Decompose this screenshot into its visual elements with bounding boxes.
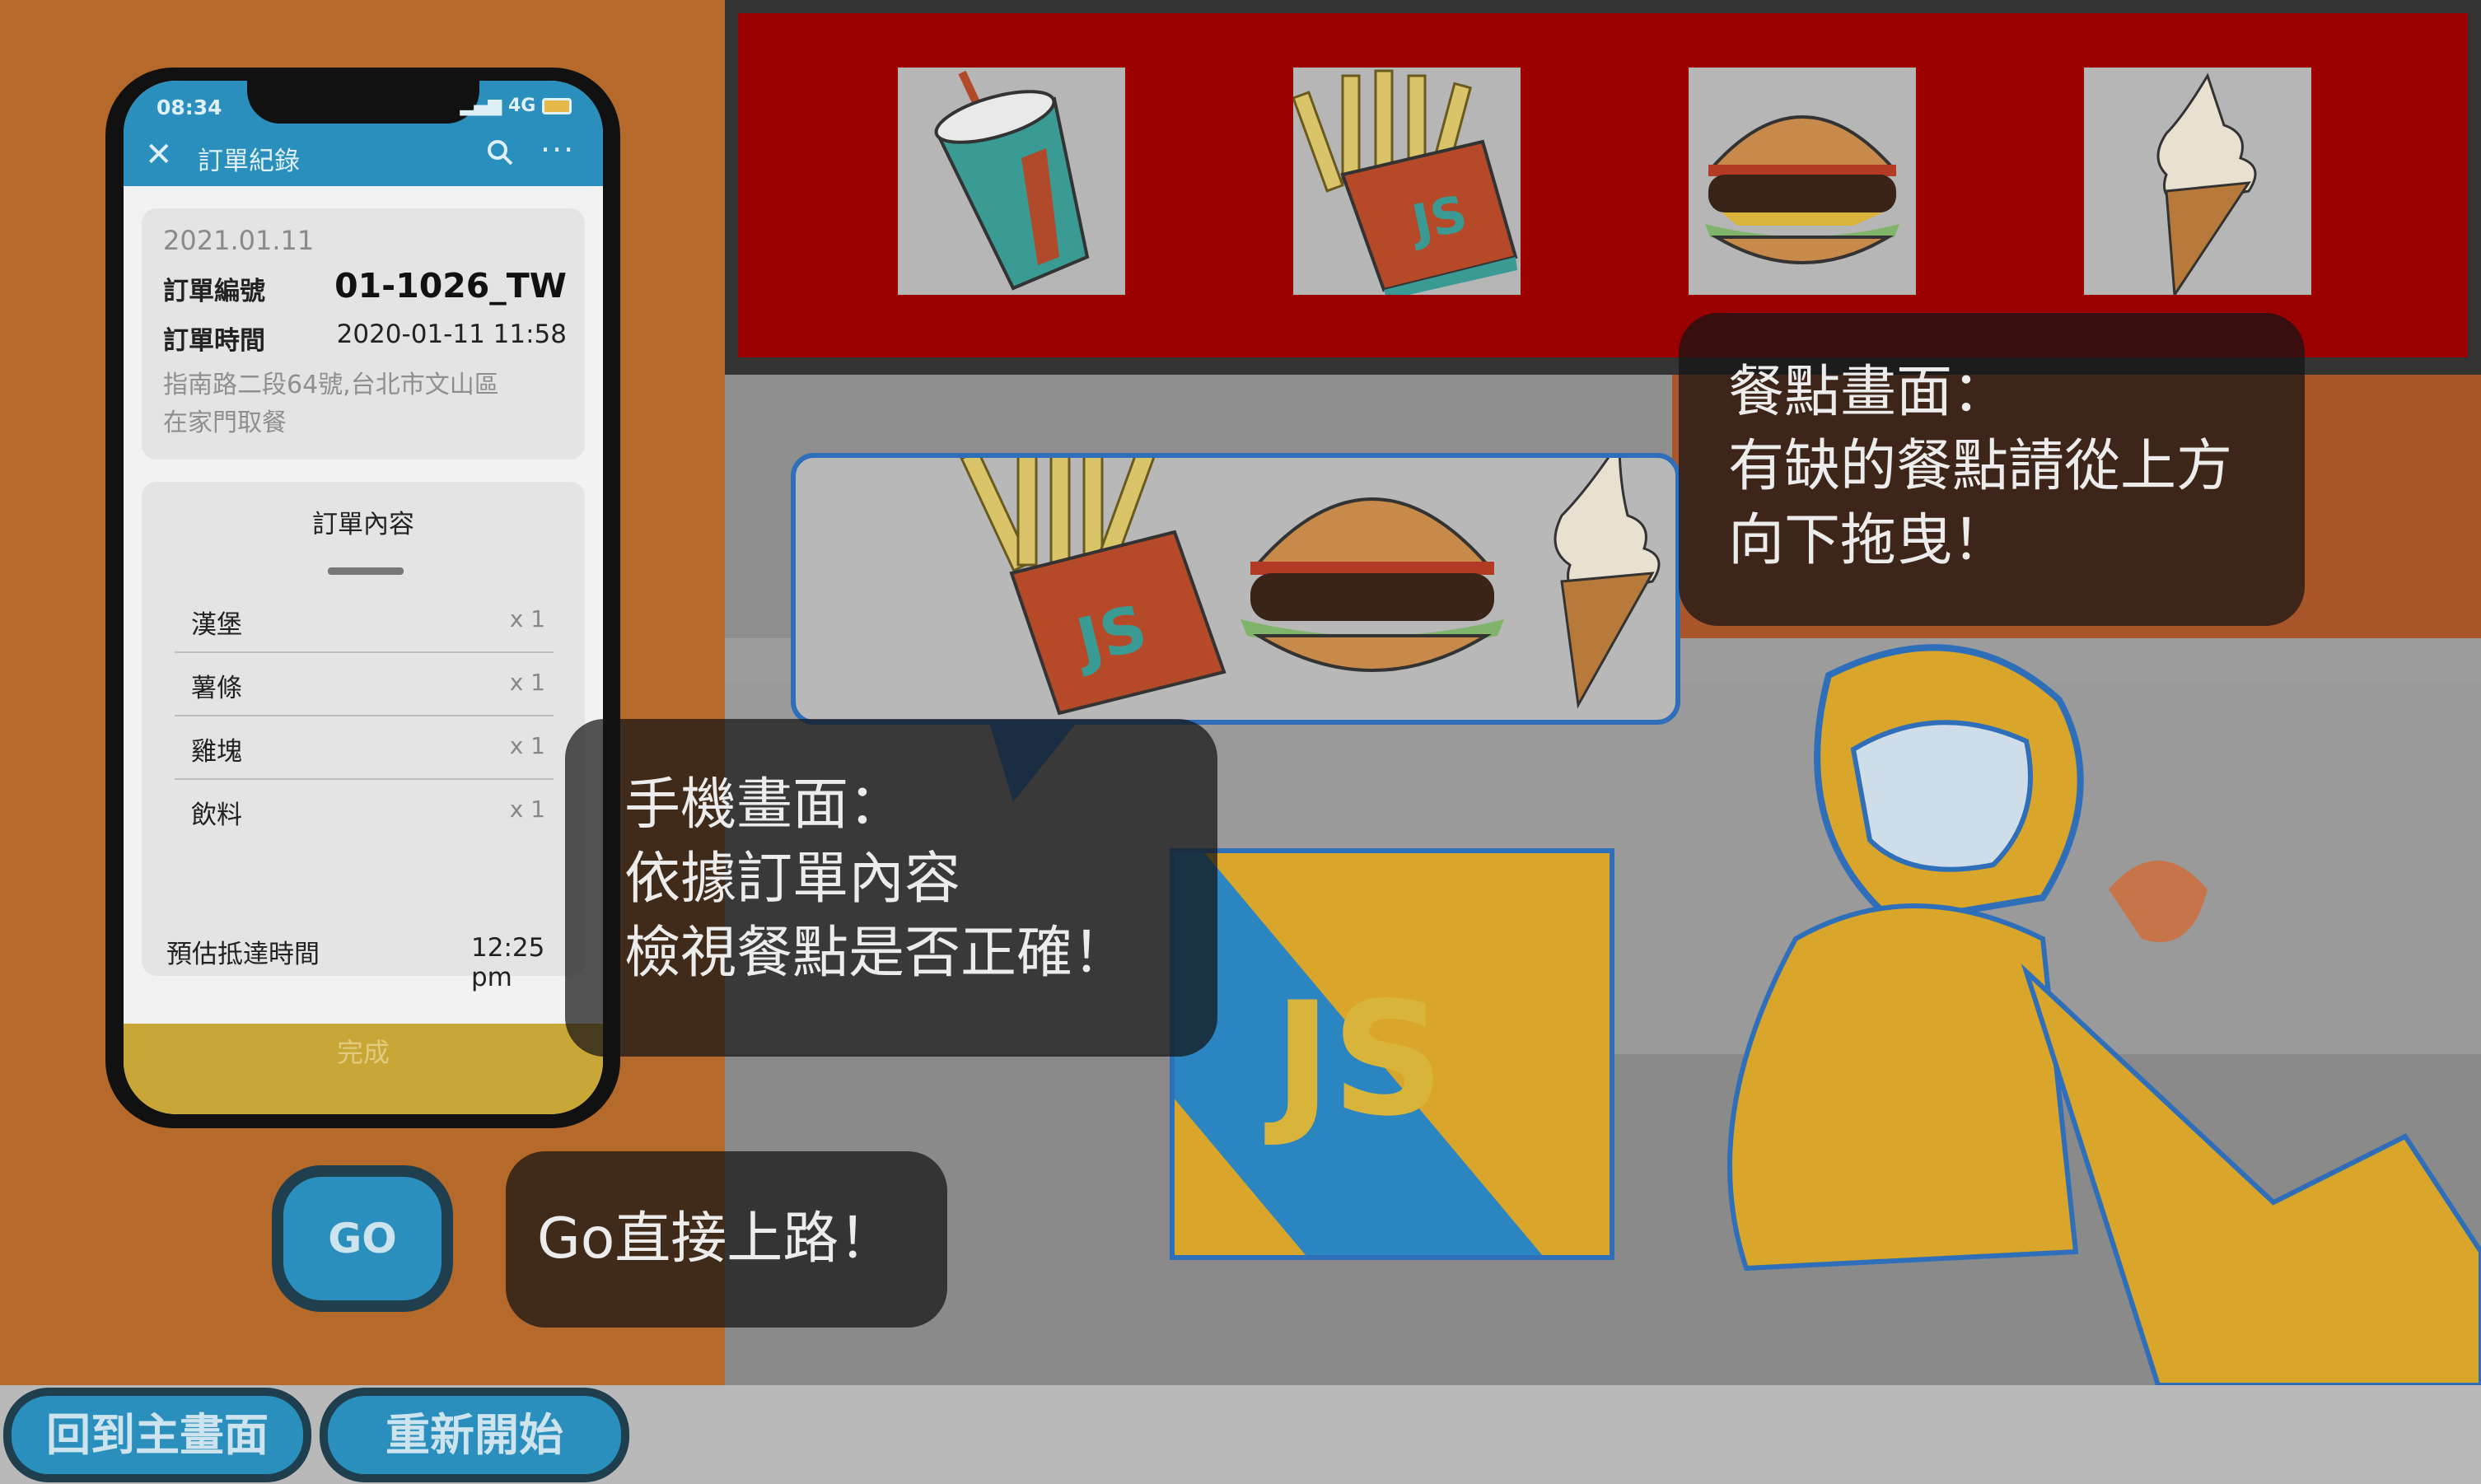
go-button[interactable]: GO [272,1165,453,1312]
order-time-label: 訂單時間 [163,326,265,356]
bubble-line: 餐點畫面： [1728,360,2009,425]
restart-button[interactable]: 重新開始 [320,1388,629,1482]
bubble-line: 手機畫面： [624,772,905,838]
bubble-line: 向下拖曳！ [1728,508,2009,573]
order-number-value: 01-1026_TW [334,266,567,306]
status-time: 08:34 [157,96,222,119]
drink-cup-icon [934,70,1090,291]
delivery-box: JS [1170,848,1614,1260]
delivery-box-text: JS [1273,968,1445,1150]
go-instruction-bubble: Go直接上路！ [506,1151,947,1328]
item-qty: x 1 [509,796,545,823]
food-instruction-bubble: 餐點畫面： 有缺的餐點請從上方 向下拖曳！ [1679,313,2305,626]
list-item: 飲料 x 1 [175,779,554,842]
fries-icon: JS [1292,69,1518,300]
order-time-value: 2020-01-11 11:58 [336,320,567,349]
bubble-line: 有缺的餐點請從上方 [1728,434,2233,499]
address-line: 指南路二段64號,台北市文山區 [163,371,499,399]
eta-label: 預估抵達時間 [166,940,320,969]
order-content-title: 訂單內容 [312,510,414,539]
tray-item-ice-cream[interactable] [2084,68,2311,299]
item-qty: x 1 [509,732,545,759]
pickup-note: 在家門取餐 [163,408,287,437]
phone-screen: 08:34 ▂▄▆ 4G ✕ 訂單紀錄 ··· 2021.01.11 訂單編號 … [124,81,603,1114]
tray-item-burger[interactable] [1689,68,1916,295]
more-icon[interactable]: ··· [540,132,575,168]
burger-icon [1240,497,1504,672]
delivery-rider-illustration [1727,644,2481,1385]
phone-header: 08:34 ▂▄▆ 4G ✕ 訂單紀錄 ··· [124,81,603,186]
order-food-illustration: JS [960,432,1661,716]
delivery-scene: JS JS JS [725,0,2481,1385]
fries-icon: JS [960,432,1226,716]
item-name: 薯條 [191,674,242,703]
battery-icon [542,98,572,114]
search-icon[interactable] [486,138,514,166]
food-tray: JS [738,13,2468,357]
item-name: 漢堡 [191,610,242,640]
order-info-card: 2021.01.11 訂單編號 01-1026_TW 訂單時間 2020-01-… [142,208,585,460]
bubble-line: 檢視餐點是否正確！ [624,921,1129,986]
status-network: ▂▄▆ 4G [460,96,572,116]
home-button[interactable]: 回到主畫面 [3,1388,311,1482]
phone-instruction-bubble: 手機畫面： 依據訂單內容 檢視餐點是否正確！ [565,719,1217,1057]
list-item: 薯條 x 1 [175,652,554,716]
ice-cream-icon [2156,72,2257,299]
order-speech-bubble: JS [791,432,1680,725]
item-name: 飲料 [191,800,242,830]
done-button[interactable]: 完成 [124,1024,603,1114]
list-item: 漢堡 x 1 [175,589,554,653]
burger-icon [1705,115,1899,264]
phone-notch [247,81,479,124]
close-icon[interactable]: ✕ [145,138,173,171]
item-qty: x 1 [509,605,545,632]
list-item: 雞塊 x 1 [175,716,554,780]
item-name: 雞塊 [191,737,242,767]
bubble-line: 依據訂單內容 [624,847,961,912]
order-number-label: 訂單編號 [163,277,265,306]
item-qty: x 1 [509,669,545,696]
tray-item-drink[interactable] [898,68,1125,295]
order-date: 2021.01.11 [163,225,315,256]
content-divider [328,567,404,575]
network-label: 4G [507,96,536,116]
order-address: 指南路二段64號,台北市文山區 在家門取餐 [163,366,575,442]
tray-item-fries[interactable]: JS [1292,68,1521,300]
phone-header-title: 訂單紀錄 [198,147,300,176]
order-content-card: 訂單內容 漢堡 x 1 薯條 x 1 雞塊 x 1 飲料 x 1 預估抵達時間 … [142,482,585,992]
signal-icon: ▂▄▆ [460,96,508,116]
